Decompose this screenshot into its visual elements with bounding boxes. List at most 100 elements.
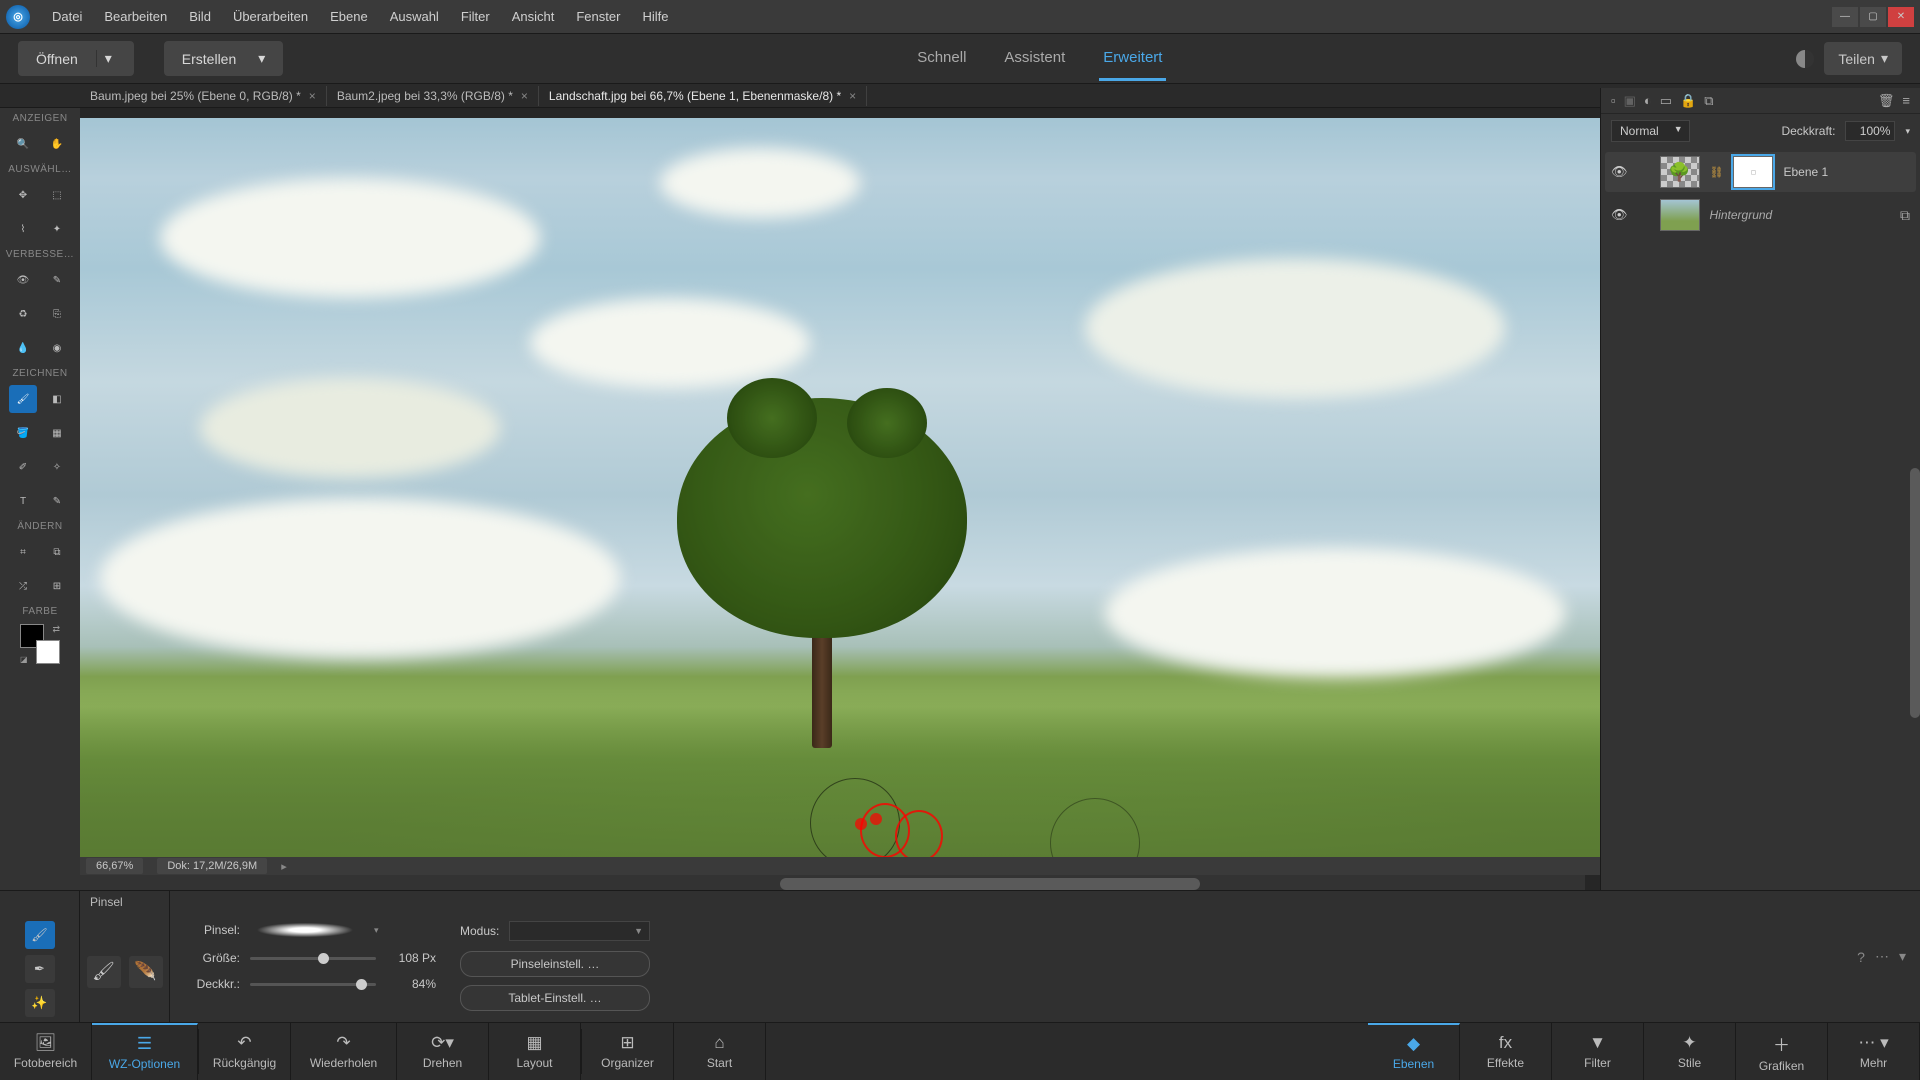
- eye-tool[interactable]: 👁: [9, 266, 37, 294]
- blur-tool[interactable]: 💧: [9, 334, 37, 362]
- close-icon[interactable]: ×: [309, 89, 316, 103]
- close-icon[interactable]: ×: [849, 89, 856, 103]
- opacity-input[interactable]: 100%: [1845, 121, 1895, 141]
- visibility-icon[interactable]: 👁: [1611, 164, 1628, 180]
- dock-wzoptionen[interactable]: ☰WZ-Optionen: [92, 1023, 198, 1080]
- color-swatch[interactable]: ⇄ ◪: [20, 624, 60, 664]
- maximize-button[interactable]: ▢: [1860, 7, 1886, 27]
- mode-tab-erweitert[interactable]: Erweitert: [1099, 37, 1166, 81]
- recompose-tool[interactable]: ⧉: [43, 538, 71, 566]
- tablet-settings-button[interactable]: Tablet-Einstell. …: [460, 985, 650, 1011]
- layer-name[interactable]: Hintergrund: [1710, 208, 1890, 222]
- fill-tool[interactable]: 🪣: [9, 419, 37, 447]
- crop-tool[interactable]: ⌗: [9, 538, 37, 566]
- move-tool[interactable]: ✥: [9, 181, 37, 209]
- menu-hilfe[interactable]: Hilfe: [632, 5, 678, 28]
- dock-filter[interactable]: ▼Filter: [1552, 1023, 1644, 1080]
- lock-icon[interactable]: 🔒: [1680, 93, 1696, 109]
- swap-colors-icon[interactable]: ⇄: [52, 624, 60, 635]
- canvas[interactable]: [80, 118, 1600, 873]
- new-layer-icon[interactable]: ▫: [1611, 93, 1616, 108]
- dock-effekte[interactable]: fxEffekte: [1460, 1023, 1552, 1080]
- brush-preview[interactable]: [250, 921, 360, 939]
- menu-datei[interactable]: Datei: [42, 5, 92, 28]
- gradient-tool[interactable]: ▦: [43, 419, 71, 447]
- panel-menu-icon[interactable]: ≡: [1902, 93, 1910, 108]
- zoom-tool[interactable]: 🔍: [9, 130, 37, 158]
- text-tool[interactable]: T: [9, 487, 37, 515]
- mask-thumbnail[interactable]: ▫: [1733, 156, 1773, 188]
- background-color[interactable]: [36, 640, 60, 664]
- brush-settings-button[interactable]: Pinseleinstell. …: [460, 951, 650, 977]
- chain-icon[interactable]: ⛓: [1710, 166, 1724, 179]
- open-button[interactable]: Öffnen ▾: [18, 41, 134, 76]
- create-button[interactable]: Erstellen ▾: [164, 41, 284, 76]
- size-slider[interactable]: [250, 957, 376, 960]
- shape-tool[interactable]: ✧: [43, 453, 71, 481]
- layer-thumbnail[interactable]: [1660, 199, 1700, 231]
- marquee-tool[interactable]: ⬚: [43, 181, 71, 209]
- close-icon[interactable]: ×: [521, 89, 528, 103]
- smart-brush-tool[interactable]: ♻: [9, 300, 37, 328]
- size-value[interactable]: 108 Px: [386, 951, 436, 965]
- document-tab[interactable]: Baum.jpeg bei 25% (Ebene 0, RGB/8) * ×: [80, 86, 327, 106]
- close-button[interactable]: ✕: [1888, 7, 1914, 27]
- vertical-scrollbar[interactable]: [1910, 468, 1920, 718]
- eyedropper-tool[interactable]: ✐: [9, 453, 37, 481]
- trash-icon[interactable]: 🗑: [1878, 93, 1895, 109]
- link-icon[interactable]: ⧉: [1704, 93, 1713, 109]
- layer-name[interactable]: Ebene 1: [1783, 165, 1910, 179]
- chevron-down-icon[interactable]: ▾: [374, 925, 379, 936]
- mode-select[interactable]: [509, 921, 650, 941]
- clone-tool[interactable]: ⎘: [43, 300, 71, 328]
- default-colors-icon[interactable]: ◪: [20, 655, 28, 664]
- dock-mehr[interactable]: ⋯ ▾Mehr: [1828, 1023, 1920, 1080]
- eraser-tool[interactable]: ◧: [43, 385, 71, 413]
- menu-ansicht[interactable]: Ansicht: [502, 5, 565, 28]
- blend-mode-select[interactable]: Normal: [1611, 120, 1690, 142]
- menu-ebene[interactable]: Ebene: [320, 5, 378, 28]
- dock-stile[interactable]: ✦Stile: [1644, 1023, 1736, 1080]
- collapse-icon[interactable]: ▾: [1899, 948, 1906, 965]
- dock-layout[interactable]: ▦Layout: [489, 1023, 581, 1080]
- layer-options-icon[interactable]: ⧉: [1900, 207, 1910, 224]
- theme-toggle-icon[interactable]: [1796, 50, 1814, 68]
- document-tab[interactable]: Baum2.jpeg bei 33,3% (RGB/8) * ×: [327, 86, 539, 106]
- menu-bild[interactable]: Bild: [179, 5, 221, 28]
- content-aware-tool[interactable]: ⊞: [43, 572, 71, 600]
- hand-tool[interactable]: ✋: [43, 130, 71, 158]
- zoom-value[interactable]: 66,67%: [86, 858, 143, 874]
- layer-mask-icon[interactable]: ▭: [1660, 93, 1672, 109]
- dock-rotate[interactable]: ⟳▾Drehen: [397, 1023, 489, 1080]
- dock-ebenen[interactable]: ◆Ebenen: [1368, 1023, 1460, 1080]
- brush-mode-normal[interactable]: 🖌: [25, 921, 55, 949]
- magic-wand-tool[interactable]: ✦: [43, 215, 71, 243]
- scrollbar-thumb[interactable]: [780, 878, 1200, 890]
- dock-organizer[interactable]: ⊞Organizer: [582, 1023, 674, 1080]
- chevron-right-icon[interactable]: ▸: [281, 860, 287, 873]
- lasso-tool[interactable]: ⌇: [9, 215, 37, 243]
- brush-mode-impressionist[interactable]: ✒: [25, 955, 55, 983]
- pencil-tool[interactable]: ✎: [43, 487, 71, 515]
- brush-mode-color-replace[interactable]: ✨: [25, 989, 55, 1017]
- layer-row[interactable]: 👁 Hintergrund ⧉: [1605, 195, 1916, 235]
- opacity-value[interactable]: 84%: [386, 977, 436, 991]
- opacity-slider[interactable]: [250, 983, 376, 986]
- help-icon[interactable]: ?: [1857, 949, 1865, 965]
- document-tab[interactable]: Landschaft.jpg bei 66,7% (Ebene 1, Ebene…: [539, 86, 867, 106]
- brush-tool[interactable]: 🖌: [9, 385, 37, 413]
- menu-fenster[interactable]: Fenster: [566, 5, 630, 28]
- menu-filter[interactable]: Filter: [451, 5, 500, 28]
- chevron-down-icon[interactable]: ▾: [96, 50, 116, 67]
- visibility-icon[interactable]: 👁: [1611, 207, 1628, 223]
- spot-heal-tool[interactable]: ✎: [43, 266, 71, 294]
- chevron-down-icon[interactable]: ▾: [1905, 126, 1910, 137]
- brush-preset[interactable]: 🖌: [87, 956, 121, 988]
- layer-thumbnail[interactable]: 🌳: [1660, 156, 1700, 188]
- sponge-tool[interactable]: ◉: [43, 334, 71, 362]
- dock-grafiken[interactable]: ＋Grafiken: [1736, 1023, 1828, 1080]
- adjustment-layer-icon[interactable]: ◐: [1644, 93, 1652, 108]
- minimize-button[interactable]: ―: [1832, 7, 1858, 27]
- dock-redo[interactable]: ↷Wiederholen: [291, 1023, 397, 1080]
- more-icon[interactable]: ⋯: [1875, 948, 1889, 965]
